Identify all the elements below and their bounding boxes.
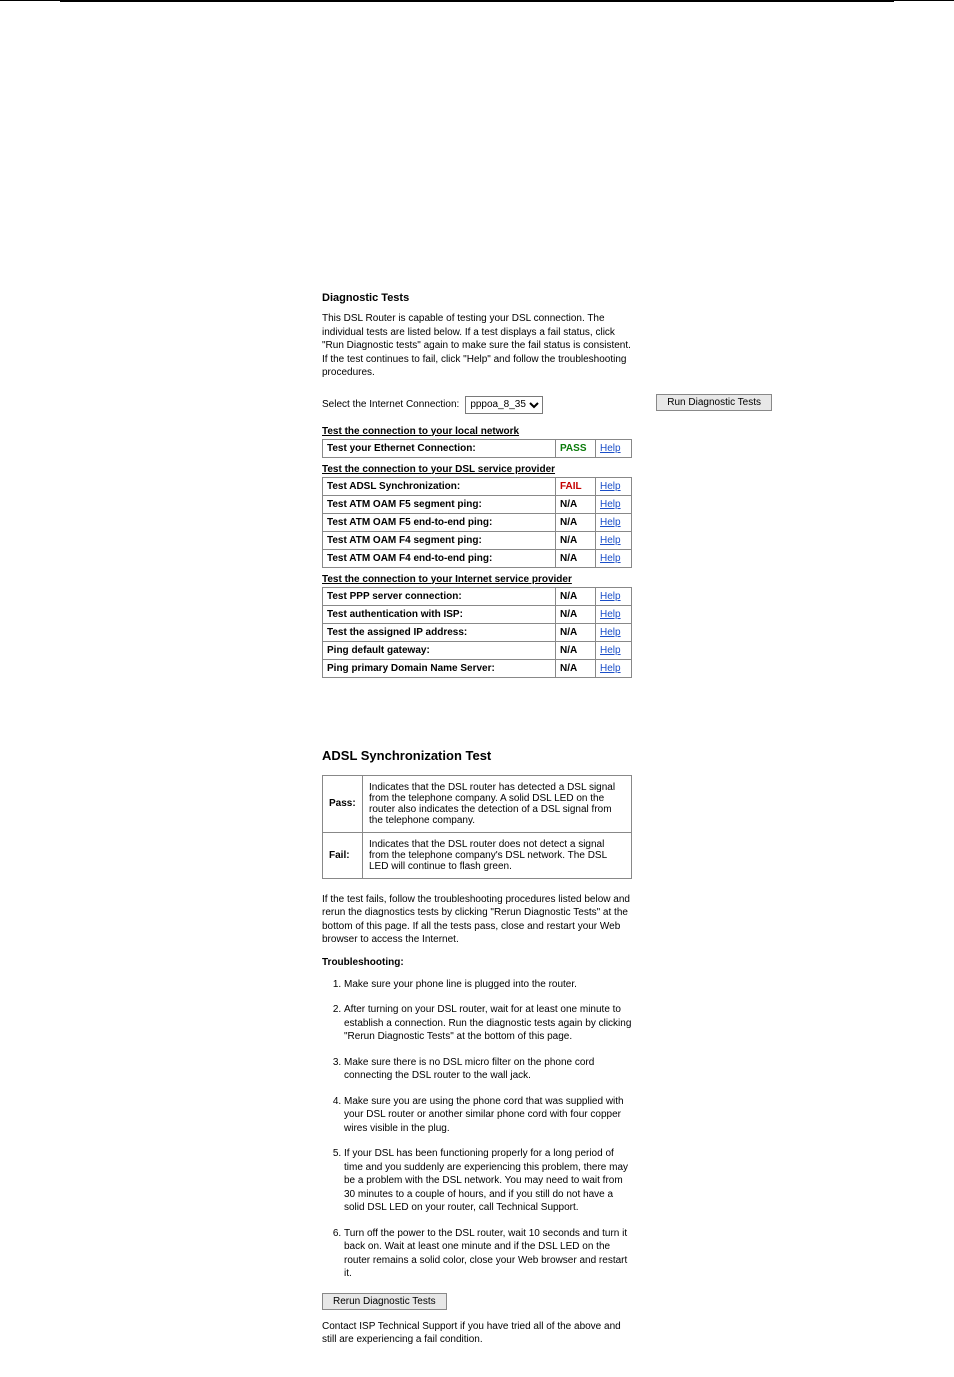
test-status: N/A <box>556 513 596 531</box>
help-link[interactable]: Help <box>600 609 621 620</box>
table-row: Test ATM OAM F4 end-to-end ping: N/A Hel… <box>323 549 632 567</box>
table-row: Ping primary Domain Name Server: N/A Hel… <box>323 659 632 677</box>
table-row: Fail: Indicates that the DSL router does… <box>323 832 632 878</box>
diagnostics-panel: Diagnostic Tests This DSL Router is capa… <box>322 292 632 678</box>
help-link[interactable]: Help <box>600 663 621 674</box>
list-item: If your DSL has been functioning properl… <box>344 1147 632 1215</box>
test-status: PASS <box>556 439 596 457</box>
test-status: N/A <box>556 587 596 605</box>
test-name: Test your Ethernet Connection: <box>323 439 556 457</box>
section-header-local: Test the connection to your local networ… <box>322 426 632 437</box>
table-row: Test PPP server connection: N/A Help <box>323 587 632 605</box>
section-header-dsl: Test the connection to your DSL service … <box>322 464 632 475</box>
list-item: Make sure your phone line is plugged int… <box>344 978 632 992</box>
diagnostics-title: Diagnostic Tests <box>322 292 632 304</box>
help-link[interactable]: Help <box>600 499 621 510</box>
test-name: Test ADSL Synchronization: <box>323 477 556 495</box>
list-item: Make sure you are using the phone cord t… <box>344 1095 632 1136</box>
table-row: Test authentication with ISP: N/A Help <box>323 605 632 623</box>
tests-table-isp: Test PPP server connection: N/A Help Tes… <box>322 587 632 678</box>
list-item: Make sure there is no DSL micro filter o… <box>344 1056 632 1083</box>
test-name: Test ATM OAM F5 end-to-end ping: <box>323 513 556 531</box>
contact-note: Contact ISP Technical Support if you hav… <box>322 1320 632 1347</box>
test-status: N/A <box>556 641 596 659</box>
list-item: After turning on your DSL router, wait f… <box>344 1003 632 1044</box>
test-status: N/A <box>556 659 596 677</box>
help-link[interactable]: Help <box>600 481 621 492</box>
table-row: Test the assigned IP address: N/A Help <box>323 623 632 641</box>
test-name: Test the assigned IP address: <box>323 623 556 641</box>
help-link[interactable]: Help <box>600 535 621 546</box>
help-paragraph: If the test fails, follow the troublesho… <box>322 893 632 947</box>
table-row: Pass: Indicates that the DSL router has … <box>323 775 632 832</box>
test-status: FAIL <box>556 477 596 495</box>
test-name: Ping default gateway: <box>323 641 556 659</box>
test-name: Test ATM OAM F5 segment ping: <box>323 495 556 513</box>
diagnostics-description: This DSL Router is capable of testing yo… <box>322 312 632 380</box>
test-status: N/A <box>556 531 596 549</box>
test-name: Test authentication with ISP: <box>323 605 556 623</box>
help-link[interactable]: Help <box>600 627 621 638</box>
help-link[interactable]: Help <box>600 443 621 454</box>
test-name: Ping primary Domain Name Server: <box>323 659 556 677</box>
help-link[interactable]: Help <box>600 645 621 656</box>
test-status: N/A <box>556 623 596 641</box>
test-status: N/A <box>556 495 596 513</box>
help-panel: ADSL Synchronization Test Pass: Indicate… <box>322 748 632 1347</box>
fail-label: Fail: <box>323 832 363 878</box>
explanation-table: Pass: Indicates that the DSL router has … <box>322 775 632 879</box>
help-title: ADSL Synchronization Test <box>322 748 632 763</box>
pass-explanation: Indicates that the DSL router has detect… <box>363 775 632 832</box>
test-status: N/A <box>556 605 596 623</box>
run-diagnostic-button[interactable]: Run Diagnostic Tests <box>656 394 772 411</box>
test-name: Test PPP server connection: <box>323 587 556 605</box>
fail-explanation: Indicates that the DSL router does not d… <box>363 832 632 878</box>
help-link[interactable]: Help <box>600 553 621 564</box>
help-link[interactable]: Help <box>600 517 621 528</box>
test-name: Test ATM OAM F4 end-to-end ping: <box>323 549 556 567</box>
list-item: Turn off the power to the DSL router, wa… <box>344 1227 632 1281</box>
help-link[interactable]: Help <box>600 591 621 602</box>
tests-table-dsl: Test ADSL Synchronization: FAIL Help Tes… <box>322 477 632 568</box>
table-row: Ping default gateway: N/A Help <box>323 641 632 659</box>
table-row: Test ATM OAM F5 end-to-end ping: N/A Hel… <box>323 513 632 531</box>
rerun-diagnostic-button[interactable]: Rerun Diagnostic Tests <box>322 1293 447 1310</box>
test-name: Test ATM OAM F4 segment ping: <box>323 531 556 549</box>
select-connection-label: Select the Internet Connection: <box>322 399 459 410</box>
test-status: N/A <box>556 549 596 567</box>
pass-label: Pass: <box>323 775 363 832</box>
table-row: Test your Ethernet Connection: PASS Help <box>323 439 632 457</box>
internet-connection-select[interactable]: pppoa_8_35 <box>465 396 543 414</box>
troubleshooting-steps: Make sure your phone line is plugged int… <box>322 978 632 1281</box>
table-row: Test ATM OAM F4 segment ping: N/A Help <box>323 531 632 549</box>
table-row: Test ADSL Synchronization: FAIL Help <box>323 477 632 495</box>
section-header-isp: Test the connection to your Internet ser… <box>322 574 632 585</box>
tests-table-local: Test your Ethernet Connection: PASS Help <box>322 439 632 458</box>
troubleshooting-heading: Troubleshooting: <box>322 957 632 968</box>
table-row: Test ATM OAM F5 segment ping: N/A Help <box>323 495 632 513</box>
